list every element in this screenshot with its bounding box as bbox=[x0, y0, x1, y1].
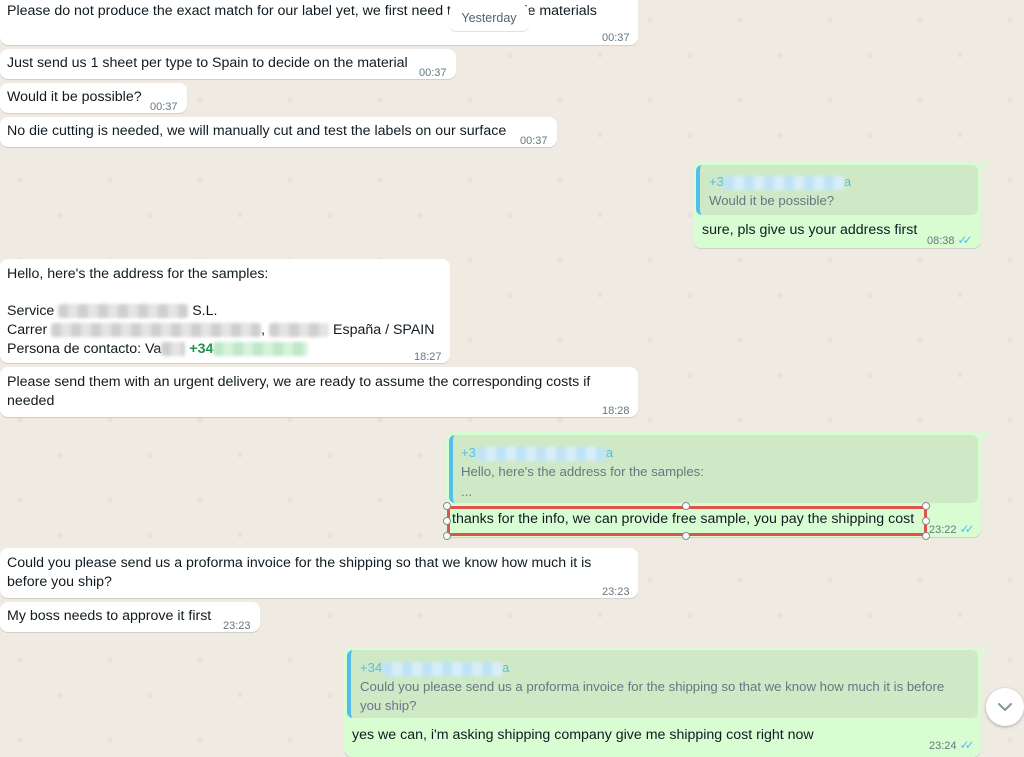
message-text: Just send us 1 sheet per type to Spain t… bbox=[7, 55, 408, 71]
quoted-text: Could you please send us a proforma invo… bbox=[360, 679, 945, 694]
quoted-text: ... bbox=[461, 484, 472, 499]
message-text: sure, pls give us your address first bbox=[702, 222, 918, 238]
message-time: 00:37 bbox=[150, 101, 178, 113]
message-time: 08:38 ✓✓ bbox=[927, 233, 973, 247]
selection-handle[interactable] bbox=[682, 502, 690, 510]
message-time: 18:27 bbox=[414, 351, 442, 363]
quoted-text: Would it be possible? bbox=[709, 193, 835, 208]
contact-line: Persona de contacto: Va +34 bbox=[7, 340, 309, 359]
message-time: 23:22 ✓✓ bbox=[929, 522, 975, 536]
quoted-text: Hello, here's the address for the sample… bbox=[461, 464, 704, 479]
phone-link[interactable]: +34 bbox=[189, 341, 213, 357]
message-incoming[interactable]: Just send us 1 sheet per type to Spain t… bbox=[0, 49, 456, 79]
message-incoming[interactable]: My boss needs to approve it first 23:23 bbox=[0, 602, 260, 632]
message-text: Could you please send us a proforma invo… bbox=[7, 555, 592, 571]
redacted-text bbox=[51, 323, 262, 338]
scroll-to-bottom-button[interactable] bbox=[986, 688, 1024, 726]
message-outgoing[interactable]: +3 a Would it be possible? sure, pls give… bbox=[693, 162, 981, 248]
selection-handle[interactable] bbox=[443, 517, 451, 525]
message-incoming[interactable]: No die cutting is needed, we will manual… bbox=[0, 117, 557, 147]
quoted-sender: +3 a bbox=[461, 445, 614, 461]
message-time: 18:28 bbox=[602, 405, 630, 417]
message-time: 00:37 bbox=[520, 135, 548, 147]
message-outgoing[interactable]: +34 a Could you please send us a proforma… bbox=[344, 647, 981, 757]
selection-handle[interactable] bbox=[443, 502, 451, 510]
address-line: Carrer , España / SPAIN bbox=[7, 322, 435, 338]
message-incoming[interactable]: Hello, here's the address for the sample… bbox=[0, 259, 450, 363]
message-time: 23:23 bbox=[223, 620, 251, 632]
selection-handle[interactable] bbox=[922, 517, 930, 525]
bubble-tail bbox=[981, 647, 990, 656]
address-line: Service S.L. bbox=[7, 303, 218, 319]
message-text: needed bbox=[7, 393, 55, 409]
message-text: Please send them with an urgent delivery… bbox=[7, 374, 591, 390]
quoted-sender: +3 a bbox=[709, 174, 852, 190]
message-text: No die cutting is needed, we will manual… bbox=[7, 123, 507, 139]
message-incoming[interactable]: Please do not produce the exact match fo… bbox=[0, 0, 638, 45]
redacted-text bbox=[382, 661, 503, 676]
message-time: 23:24 ✓✓ bbox=[929, 738, 975, 752]
message-text: before you ship? bbox=[7, 574, 112, 590]
redacted-text bbox=[269, 323, 330, 338]
redacted-text bbox=[213, 342, 309, 357]
quoted-message[interactable]: +3 a Hello, here's the address for the sa… bbox=[449, 435, 978, 503]
quoted-message[interactable]: +3 a Would it be possible? bbox=[696, 165, 978, 215]
redacted-text bbox=[161, 342, 186, 357]
message-incoming[interactable]: Could you please send us a proforma invo… bbox=[0, 548, 638, 598]
date-separator: Yesterday bbox=[449, 5, 529, 31]
redacted-text bbox=[723, 175, 844, 190]
message-incoming[interactable]: Would it be possible? 00:37 bbox=[0, 83, 187, 113]
redacted-text bbox=[58, 304, 189, 319]
quoted-sender: +34 a bbox=[360, 660, 510, 676]
message-text: Hello, here's the address for the sample… bbox=[7, 266, 269, 282]
message-incoming[interactable]: Please send them with an urgent delivery… bbox=[0, 367, 638, 417]
message-text: yes we can, i'm asking shipping company … bbox=[352, 727, 814, 743]
message-time: 23:23 bbox=[602, 586, 630, 598]
message-time: 00:37 bbox=[419, 67, 447, 79]
quoted-text: you ship? bbox=[360, 698, 417, 713]
redacted-text bbox=[475, 446, 606, 461]
selection-handle[interactable] bbox=[443, 532, 451, 540]
quoted-message[interactable]: +34 a Could you please send us a proforma… bbox=[347, 650, 978, 718]
bubble-tail bbox=[981, 432, 990, 441]
selection-handle[interactable] bbox=[922, 502, 930, 510]
double-check-icon: ✓✓ bbox=[959, 738, 975, 752]
double-check-icon: ✓✓ bbox=[957, 233, 973, 247]
selection-handle[interactable] bbox=[922, 532, 930, 540]
bubble-tail bbox=[981, 162, 990, 171]
chevron-down-icon bbox=[998, 703, 1012, 711]
message-time: 00:37 bbox=[602, 32, 630, 44]
message-text: My boss needs to approve it first bbox=[7, 608, 212, 624]
message-text: Would it be possible? bbox=[7, 89, 142, 105]
double-check-icon: ✓✓ bbox=[959, 522, 975, 536]
selection-handle[interactable] bbox=[682, 532, 690, 540]
